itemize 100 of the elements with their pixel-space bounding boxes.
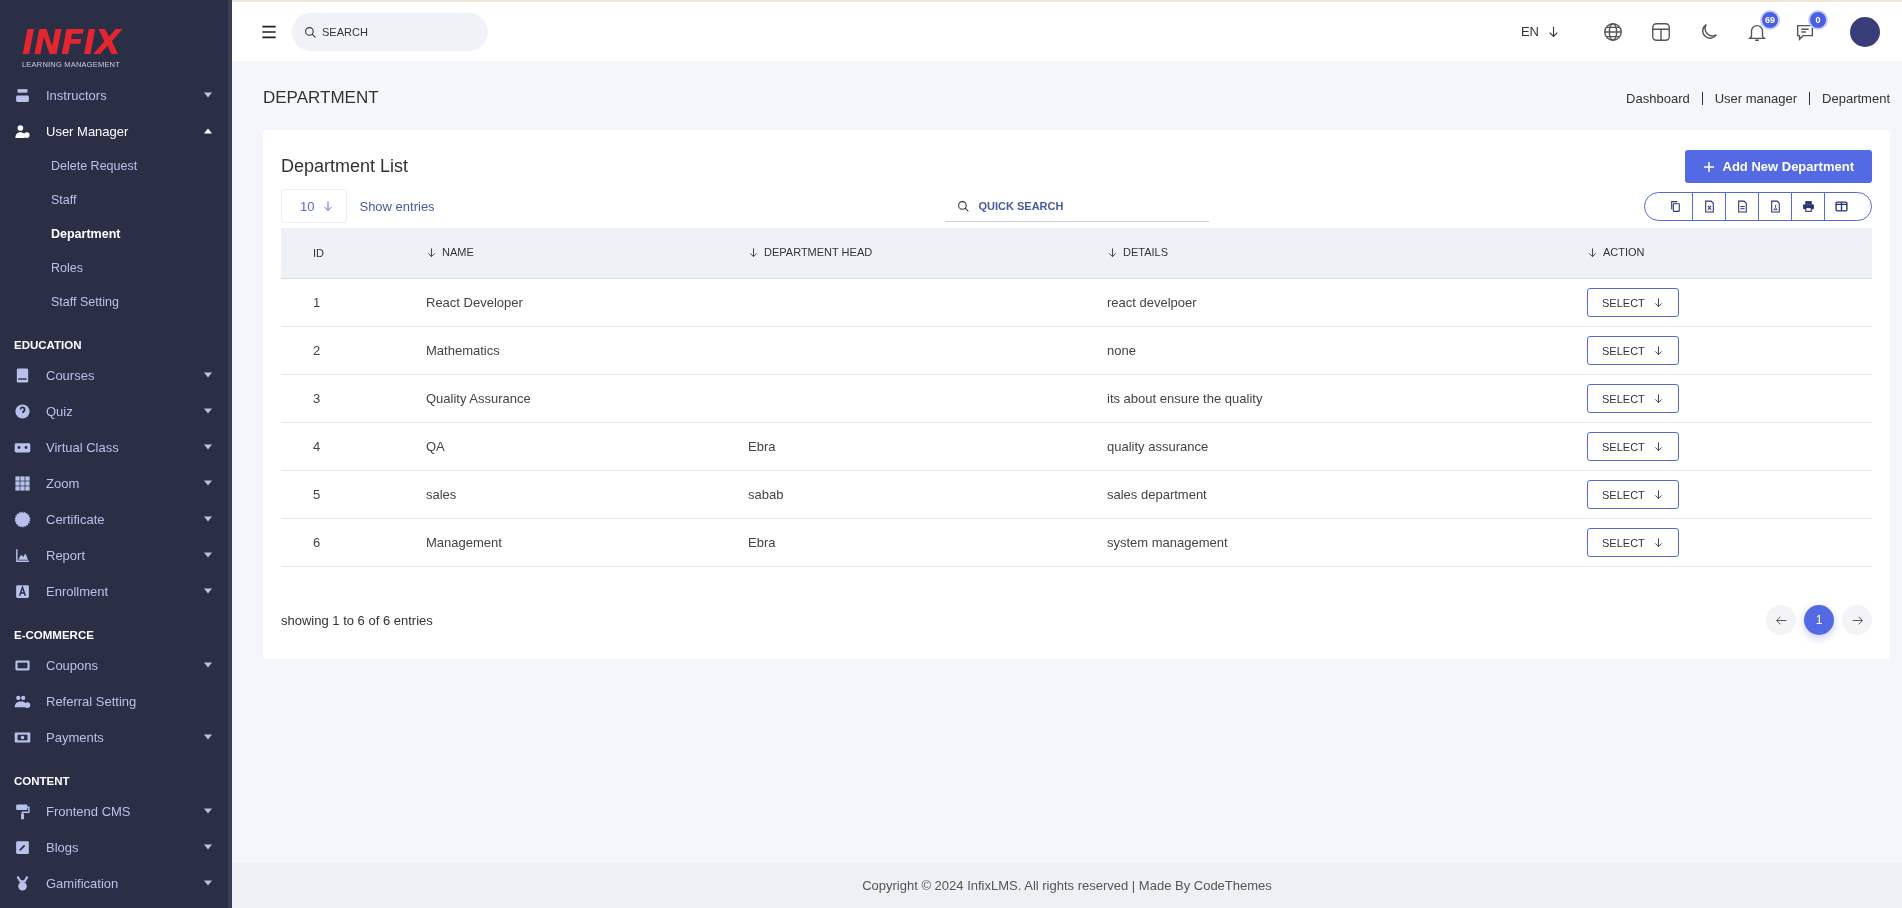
show-entries-label: Show entries [359, 198, 435, 214]
sidebar-item[interactable]: User Manager [0, 113, 228, 149]
section-heading: EDUCATION [13, 339, 83, 351]
table-cell: sales [426, 487, 457, 502]
submenu-item[interactable]: Delete Request [0, 149, 228, 183]
table-cell: none [1107, 343, 1136, 358]
table-cell: React Developer [426, 295, 523, 310]
sidebar-item[interactable]: Instructors [0, 77, 228, 113]
paint-roller-icon [14, 802, 31, 820]
arrow-down-icon [1652, 489, 1664, 500]
arrow-down-icon [322, 200, 335, 212]
copy-icon [1669, 199, 1682, 213]
select-action-button[interactable]: SELECT [1587, 528, 1679, 557]
table-cell: 4 [313, 439, 321, 454]
sidebar-item[interactable]: Referral Setting [0, 683, 228, 719]
submenu-item[interactable]: Staff [0, 183, 228, 217]
arrow-down-icon [1652, 537, 1664, 548]
chart-icon [14, 546, 31, 564]
sidebar-item[interactable]: Enrollment [0, 573, 228, 609]
add-department-button[interactable]: Add New Department [1684, 150, 1872, 183]
menu-icon [260, 23, 278, 40]
globe-icon [1602, 20, 1624, 43]
select-action-button[interactable]: SELECT [1587, 288, 1679, 317]
language-selector[interactable]: EN [1520, 24, 1560, 39]
user-avatar[interactable] [1850, 16, 1880, 47]
table-cell: sales department [1107, 487, 1207, 502]
sidebar-item[interactable]: Certificate [0, 501, 228, 537]
table-cell: 5 [313, 487, 321, 502]
table-cell: 6 [313, 535, 321, 550]
layout-icon [1650, 20, 1672, 43]
table-cell: QA [426, 439, 445, 454]
submenu-item[interactable]: Roles [0, 251, 228, 285]
arrow-down-icon [1547, 25, 1560, 38]
page-button[interactable]: 1 [1804, 605, 1834, 635]
table-cell: its about ensure the quality [1107, 391, 1263, 406]
excel-file-icon [1702, 199, 1716, 213]
table-cell: Management [426, 535, 502, 550]
card-title: Department List [281, 156, 409, 177]
submenu-item[interactable]: Staff Setting [0, 285, 228, 319]
book-icon [14, 366, 31, 384]
column-header[interactable]: DEPARTMENT HEAD [748, 246, 873, 259]
sidebar-item[interactable]: Coupons [0, 647, 228, 683]
table-cell: Ebra [748, 439, 776, 454]
sidebar-item[interactable]: Frontend CMS [0, 793, 228, 829]
select-action-button[interactable]: SELECT [1587, 384, 1679, 413]
question-icon [14, 402, 31, 420]
breadcrumb-link[interactable]: User manager [1714, 90, 1798, 106]
sidebar-item[interactable]: Virtual Class [0, 429, 228, 465]
notification-count: 69 [1762, 11, 1778, 28]
section-heading: CONTENT [13, 775, 71, 787]
arrow-down-icon [1652, 393, 1664, 404]
table-cell: system management [1107, 535, 1228, 550]
column-header[interactable]: ACTION [1587, 246, 1645, 259]
message-count: 0 [1810, 11, 1826, 28]
page-title: DEPARTMENT [263, 88, 379, 108]
select-action-button[interactable]: SELECT [1587, 432, 1679, 461]
notifications-button[interactable]: 69 [1746, 11, 1778, 43]
sort-arrow-icon [1107, 246, 1118, 258]
grid-icon [14, 474, 31, 492]
sidebar-item[interactable]: Payments [0, 719, 228, 755]
search-icon [304, 25, 317, 39]
select-action-button[interactable]: SELECT [1587, 336, 1679, 365]
arrow-down-icon [1652, 441, 1664, 452]
printer-icon [1801, 199, 1815, 213]
sidebar-item[interactable]: Gamification [0, 865, 228, 901]
table-cell: 3 [313, 391, 321, 406]
table-cell: Quality Assurance [426, 391, 531, 406]
sidebar-item[interactable]: Report [0, 537, 228, 573]
table-cell: Mathematics [426, 343, 500, 358]
search-icon [956, 200, 970, 213]
arrow-down-icon [1652, 297, 1664, 308]
copyright-text: Copyright © 2024 InfixLMS. All rights reserved | Made By CodeThemes [232, 863, 1902, 908]
table-cell: 1 [313, 295, 321, 310]
medal-icon [14, 874, 31, 892]
submenu-item[interactable]: Department [0, 217, 228, 251]
search-field[interactable]: SEARCH [292, 12, 488, 51]
sort-arrow-icon [1587, 246, 1598, 258]
sort-arrow-icon [426, 246, 437, 258]
user-gear-icon [14, 122, 31, 140]
sort-arrow-icon [748, 246, 759, 258]
table-cell: Ebra [748, 535, 776, 550]
document-icon [1735, 199, 1749, 213]
sidebar-item[interactable]: Quiz [0, 393, 228, 429]
table-cell: 2 [313, 343, 321, 358]
column-header[interactable]: DETAILS [1107, 246, 1169, 259]
section-heading: E-COMMERCE [13, 629, 95, 641]
table-cell: react develpoer [1107, 295, 1197, 310]
select-action-button[interactable]: SELECT [1587, 480, 1679, 509]
breadcrumb-link[interactable]: Dashboard [1626, 90, 1690, 106]
column-header[interactable]: ID [313, 247, 324, 259]
sidebar-item[interactable]: Courses [0, 357, 228, 393]
sidebar-item[interactable]: Blogs [0, 829, 228, 865]
column-header[interactable]: NAME [426, 246, 474, 259]
arrow-down-icon [1652, 345, 1664, 356]
page-size-select[interactable]: 10 [281, 189, 348, 223]
sidebar-item[interactable]: Zoom [0, 465, 228, 501]
messages-button[interactable]: 0 [1794, 11, 1826, 43]
breadcrumb-link[interactable]: Department [1822, 90, 1890, 106]
letter-icon [14, 582, 31, 600]
table-cell: quality assurance [1107, 439, 1209, 454]
